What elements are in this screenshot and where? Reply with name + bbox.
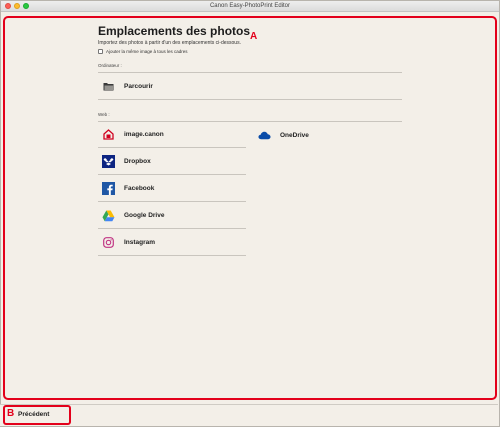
source-onedrive[interactable]: OneDrive (254, 122, 402, 148)
source-facebook-label: Facebook (124, 185, 155, 192)
annotation-label-b: B (7, 408, 15, 419)
bottom-bar (0, 404, 498, 426)
onedrive-icon (258, 129, 271, 142)
computer-divider (98, 72, 402, 73)
source-google-drive-label: Google Drive (124, 212, 165, 219)
window-title: Canon Easy-PhotoPrint Editor (209, 3, 291, 9)
dropbox-icon (102, 155, 115, 168)
web-section-label: Web : (98, 112, 110, 117)
page-title: Emplacements des photos (98, 24, 251, 38)
same-image-checkbox[interactable] (98, 49, 103, 54)
title-bar: Canon Easy-PhotoPrint Editor (1, 1, 499, 12)
image-canon-icon (102, 128, 115, 141)
source-onedrive-label: OneDrive (280, 131, 309, 139)
computer-section-label: Ordinateur : (98, 63, 122, 68)
source-browse[interactable]: Parcourir (98, 74, 402, 100)
same-image-checkbox-row[interactable]: Ajouter la même image à tous les cadres (98, 49, 188, 54)
folder-icon (102, 80, 115, 93)
same-image-checkbox-label: Ajouter la même image à tous les cadres (106, 49, 188, 54)
source-instagram-label: Instagram (124, 239, 156, 246)
source-image-canon[interactable]: image.canon (98, 122, 246, 148)
source-dropbox[interactable]: Dropbox (98, 149, 246, 175)
google-drive-icon (102, 209, 115, 222)
annotation-label-a: A (250, 31, 258, 42)
source-browse-label: Parcourir (124, 83, 153, 90)
source-instagram[interactable]: Instagram (98, 230, 246, 256)
back-button[interactable]: Précédent (18, 411, 49, 418)
source-dropbox-label: Dropbox (124, 158, 151, 165)
instagram-icon (102, 236, 115, 249)
source-google-drive[interactable]: Google Drive (98, 203, 246, 229)
page-subtitle: Importez des photos à partir d'un des em… (98, 40, 241, 46)
source-image-canon-label: image.canon (124, 131, 164, 138)
source-facebook[interactable]: Facebook (98, 176, 246, 202)
facebook-icon (102, 182, 115, 195)
